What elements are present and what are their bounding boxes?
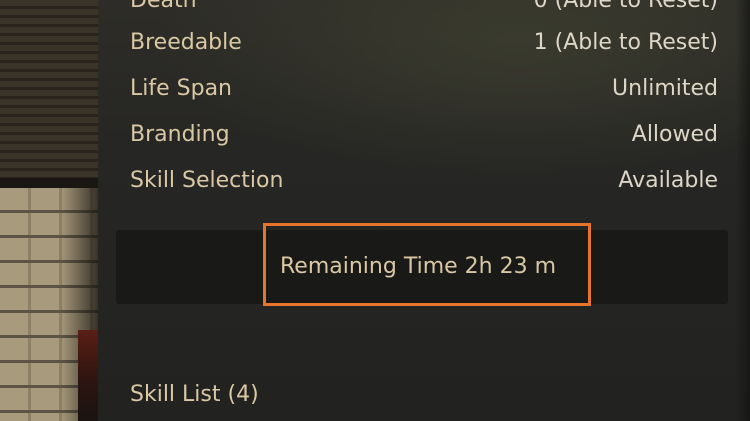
building-roof <box>0 0 100 180</box>
stat-value: Unlimited <box>612 76 718 101</box>
stat-row-life-span: Life Span Unlimited <box>130 71 718 107</box>
stat-row-branding: Branding Allowed <box>130 117 718 153</box>
stat-row-death: Death 0 (Able to Reset) <box>130 0 718 19</box>
character-figure <box>78 330 100 421</box>
stat-label: Death <box>130 0 197 13</box>
stat-value: Allowed <box>631 122 718 147</box>
stat-value: Available <box>618 168 718 193</box>
panel-edge <box>736 0 750 421</box>
stat-row-skill-selection: Skill Selection Available <box>130 163 718 199</box>
stat-row-breedable: Breedable 1 (Able to Reset) <box>130 25 718 61</box>
horse-info-panel <box>98 0 750 421</box>
stat-label: Branding <box>130 122 230 147</box>
roof-edge <box>0 178 100 188</box>
remaining-time-text: Remaining Time 2h 23 m <box>280 254 556 279</box>
skill-list-header[interactable]: Skill List (4) <box>130 377 259 413</box>
stat-value: 1 (Able to Reset) <box>533 30 718 55</box>
stat-label: Breedable <box>130 30 242 55</box>
stat-label: Life Span <box>130 76 232 101</box>
stat-label: Skill Selection <box>130 168 284 193</box>
stat-value: 0 (Able to Reset) <box>533 0 718 13</box>
